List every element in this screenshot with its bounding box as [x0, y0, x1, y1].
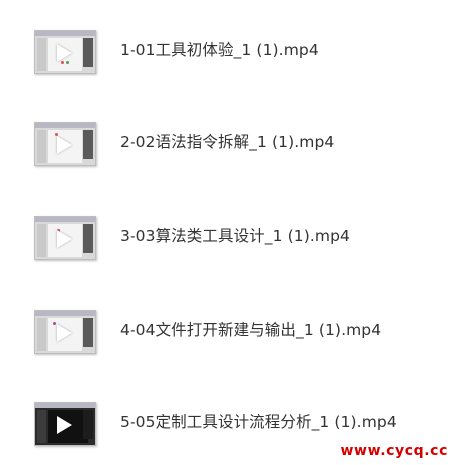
- file-item[interactable]: 1-01工具初体验_1 (1).mp4: [0, 22, 454, 82]
- play-icon: [57, 44, 72, 62]
- file-name: 4-04文件打开新建与输出_1 (1).mp4: [120, 321, 382, 339]
- file-name: 5-05定制工具设计流程分析_1 (1).mp4: [120, 413, 397, 431]
- video-thumbnail[interactable]: [34, 402, 96, 446]
- file-item[interactable]: 2-02语法指令拆解_1 (1).mp4: [0, 114, 454, 174]
- play-icon: [57, 416, 72, 434]
- file-name: 2-02语法指令拆解_1 (1).mp4: [120, 133, 335, 151]
- file-item[interactable]: 3-03算法类工具设计_1 (1).mp4: [0, 208, 454, 268]
- play-icon: [57, 230, 72, 248]
- file-list: 1-01工具初体验_1 (1).mp4 2-02语法指令拆解_1 (1).mp4…: [0, 0, 454, 465]
- file-item[interactable]: 4-04文件打开新建与输出_1 (1).mp4: [0, 302, 454, 362]
- play-icon: [57, 324, 72, 342]
- watermark: www.cycq.cc: [340, 443, 448, 459]
- video-thumbnail[interactable]: [34, 30, 96, 74]
- video-thumbnail[interactable]: [34, 122, 96, 166]
- play-icon: [57, 136, 72, 154]
- file-name: 3-03算法类工具设计_1 (1).mp4: [120, 227, 350, 245]
- video-thumbnail[interactable]: [34, 216, 96, 260]
- file-name: 1-01工具初体验_1 (1).mp4: [120, 41, 319, 59]
- video-thumbnail[interactable]: [34, 310, 96, 354]
